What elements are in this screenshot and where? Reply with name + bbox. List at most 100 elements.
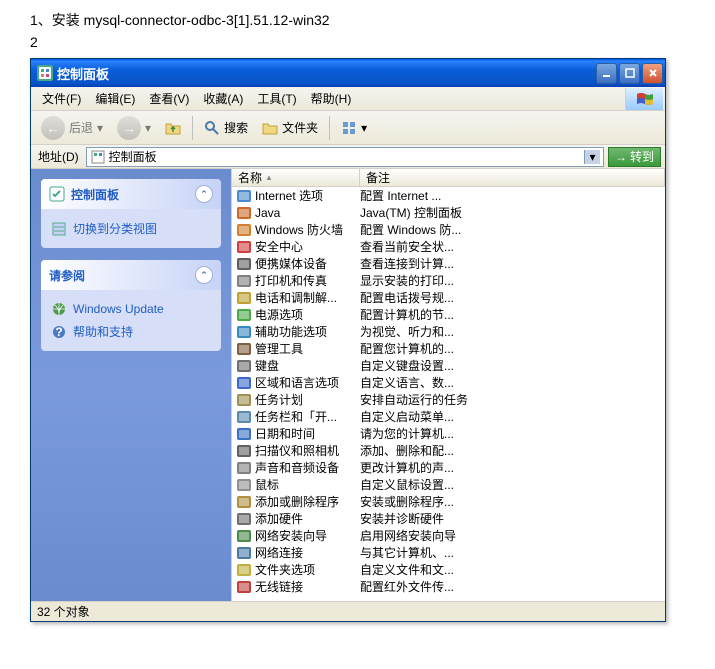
sidebar-header-control[interactable]: 控制面板 ⌃ [41, 179, 221, 209]
list-header: 名称 ▲ 备注 [232, 169, 665, 187]
folders-button[interactable]: 文件夹 [256, 114, 324, 142]
list-item[interactable]: JavaJava(TM) 控制面板 [232, 204, 665, 221]
item-icon [236, 240, 252, 254]
link-label: 切换到分类视图 [73, 220, 157, 237]
list-item[interactable]: 扫描仪和照相机添加、删除和配... [232, 442, 665, 459]
list-item[interactable]: 文件夹选项自定义文件和文... [232, 561, 665, 578]
list-item[interactable]: 添加或删除程序安装或删除程序... [232, 493, 665, 510]
item-comment: 与其它计算机、... [360, 544, 665, 561]
list-item[interactable]: 电源选项配置计算机的节... [232, 306, 665, 323]
minimize-button[interactable] [596, 63, 617, 84]
collapse-icon[interactable]: ⌃ [195, 266, 213, 284]
windows-logo-icon [625, 88, 663, 110]
column-comment[interactable]: 备注 [360, 169, 665, 186]
item-name: 电话和调制解... [255, 289, 337, 306]
list-item[interactable]: 声音和音频设备 更改计算机的声... [232, 459, 665, 476]
list-item[interactable]: 任务栏和「开...自定义启动菜单... [232, 408, 665, 425]
sidebar-link-help[interactable]: ? 帮助和支持 [51, 320, 211, 343]
views-button[interactable]: ▾ [335, 114, 373, 142]
item-name: 任务栏和「开... [255, 408, 337, 425]
switch-view-icon [51, 221, 67, 237]
column-name[interactable]: 名称 ▲ [232, 169, 360, 186]
sidebar-link-windows-update[interactable]: Windows Update [51, 298, 211, 320]
go-button[interactable]: → 转到 [608, 147, 661, 167]
views-icon [341, 120, 357, 136]
item-name: 日期和时间 [255, 425, 315, 442]
list-item[interactable]: 便携媒体设备查看连接到计算... [232, 255, 665, 272]
item-comment: 配置计算机的节... [360, 306, 665, 323]
list-item[interactable]: 鼠标自定义鼠标设置... [232, 476, 665, 493]
item-icon [236, 359, 252, 373]
separator [192, 116, 193, 140]
item-comment: 自定义语言、数... [360, 374, 665, 391]
item-comment: 配置您计算机的... [360, 340, 665, 357]
list-item[interactable]: 安全中心 查看当前安全状... [232, 238, 665, 255]
item-comment: 配置电话拨号规... [360, 289, 665, 306]
list-item[interactable]: 打印机和传真显示安装的打印... [232, 272, 665, 289]
dropdown-icon: ▾ [97, 121, 103, 135]
list-item[interactable]: 网络安装向导启用网络安装向导 [232, 527, 665, 544]
menubar: 文件(F) 编辑(E) 查看(V) 收藏(A) 工具(T) 帮助(H) [31, 87, 665, 111]
item-comment: 查看当前安全状... [360, 238, 665, 255]
menu-favorites[interactable]: 收藏(A) [196, 87, 250, 110]
list-item[interactable]: 网络连接 与其它计算机、... [232, 544, 665, 561]
control-panel-icon [49, 186, 65, 202]
separator [329, 116, 330, 140]
list-item[interactable]: 电话和调制解... 配置电话拨号规... [232, 289, 665, 306]
item-name: Internet 选项 [255, 187, 323, 204]
item-icon [236, 291, 252, 305]
doc-line-1: 1、安装 mysql-connector-odbc-3[1].51.12-win… [30, 10, 715, 30]
item-icon [236, 410, 252, 424]
control-panel-icon [90, 149, 106, 165]
maximize-button[interactable] [619, 63, 640, 84]
back-arrow-icon: ← [41, 116, 65, 140]
menu-view[interactable]: 查看(V) [142, 87, 196, 110]
link-label: 帮助和支持 [73, 323, 133, 340]
sort-indicator-icon: ▲ [265, 173, 273, 182]
item-name: 管理工具 [255, 340, 303, 357]
menu-file[interactable]: 文件(F) [35, 87, 88, 110]
item-name: 鼠标 [255, 476, 279, 493]
item-name: 文件夹选项 [255, 561, 315, 578]
list-item[interactable]: 无线链接配置红外文件传... [232, 578, 665, 595]
control-panel-icon [37, 65, 53, 81]
up-button[interactable] [159, 114, 187, 142]
item-name: 声音和音频设备 [255, 459, 339, 476]
address-dropdown[interactable]: ▾ [584, 150, 600, 164]
list-item[interactable]: 区域和语言选项自定义语言、数... [232, 374, 665, 391]
address-input[interactable]: 控制面板 ▾ [86, 147, 604, 167]
item-name: 添加硬件 [255, 510, 303, 527]
titlebar[interactable]: 控制面板 [31, 59, 665, 87]
item-comment: 更改计算机的声... [360, 459, 665, 476]
address-value: 控制面板 [109, 148, 157, 165]
menu-tools[interactable]: 工具(T) [250, 87, 303, 110]
item-icon [236, 546, 252, 560]
menu-help[interactable]: 帮助(H) [304, 87, 359, 110]
sidebar-header-seealso[interactable]: 请参阅 ⌃ [41, 260, 221, 290]
item-name: 网络连接 [255, 544, 303, 561]
item-icon [236, 512, 252, 526]
collapse-icon[interactable]: ⌃ [195, 185, 213, 203]
item-icon [236, 461, 252, 475]
dropdown-icon: ▾ [145, 121, 151, 135]
sidebar-link-category-view[interactable]: 切换到分类视图 [51, 217, 211, 240]
sidebar-title: 请参阅 [49, 267, 85, 284]
menu-edit[interactable]: 编辑(E) [88, 87, 142, 110]
list-item[interactable]: 辅助功能选项为视觉、听力和... [232, 323, 665, 340]
toolbar: ← 后退 ▾ → ▾ 搜索 文件夹 ▾ [31, 111, 665, 145]
list-item[interactable]: 管理工具 配置您计算机的... [232, 340, 665, 357]
list-item[interactable]: Windows 防火墙配置 Windows 防... [232, 221, 665, 238]
item-name: 安全中心 [255, 238, 303, 255]
item-comment: 配置红外文件传... [360, 578, 665, 595]
list-item[interactable]: 键盘自定义键盘设置... [232, 357, 665, 374]
listview[interactable]: 名称 ▲ 备注 Internet 选项配置 Internet ...JavaJa… [231, 169, 665, 601]
list-item[interactable]: 任务计划安排自动运行的任务 [232, 391, 665, 408]
list-item[interactable]: 日期和时间请为您的计算机... [232, 425, 665, 442]
search-button[interactable]: 搜索 [198, 114, 254, 142]
sidebar-title: 控制面板 [71, 186, 119, 203]
list-item[interactable]: 添加硬件安装并诊断硬件 [232, 510, 665, 527]
addressbar: 地址(D) 控制面板 ▾ → 转到 [31, 145, 665, 169]
item-icon [236, 444, 252, 458]
list-item[interactable]: Internet 选项配置 Internet ... [232, 187, 665, 204]
close-button[interactable] [642, 63, 663, 84]
